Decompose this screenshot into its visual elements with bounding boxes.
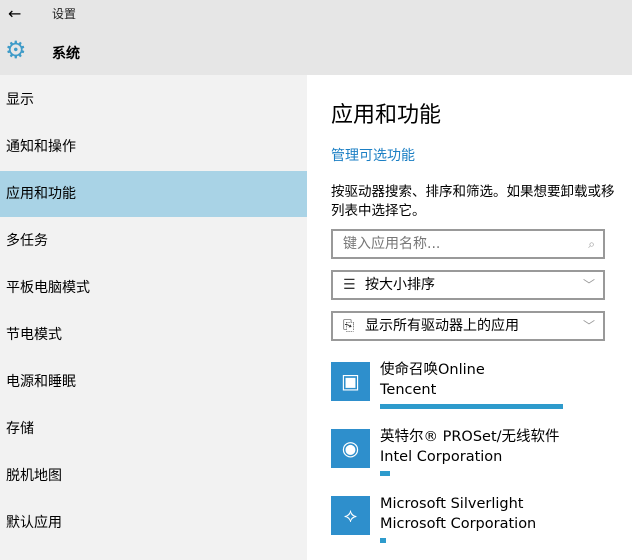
sidebar-item[interactable]: 电源和睡眠 — [0, 359, 307, 405]
sidebar-item[interactable]: 脱机地图 — [0, 453, 307, 499]
app-list-item[interactable]: ◉ 英特尔® PROSet/无线软件 Intel Corporation — [331, 429, 611, 489]
chevron-down-icon: ﹀ — [582, 278, 595, 292]
chevron-down-icon: ﹀ — [582, 319, 595, 333]
arrow-left-icon[interactable]: ← — [8, 4, 21, 23]
desc-line: 按驱动器搜索、排序和筛选。如果想要卸载或移 — [331, 184, 615, 200]
section-title: 系统 — [52, 46, 80, 62]
sidebar: 显示 通知和操作 应用和功能 多任务 平板电脑模式 节电模式 电源和睡眠 存储 脱机地图 默认应用 — [0, 75, 307, 560]
app-name: 英特尔® PROSet/无线软件 — [380, 429, 560, 445]
game-icon: ▣ — [331, 362, 370, 401]
drive-filter-dropdown[interactable]: ⎘ 显示所有驱动器上的应用 ﹀ — [331, 311, 605, 341]
description: 按驱动器搜索、排序和筛选。如果想要卸载或移 列表中选择它。 — [331, 183, 632, 221]
sidebar-item[interactable]: 节电模式 — [0, 312, 307, 358]
wifi-icon: ◉ — [331, 429, 370, 468]
app-name: Microsoft Silverlight — [380, 496, 524, 512]
drive-icon: ⎘ — [343, 318, 355, 334]
app-title: 设置 — [52, 7, 77, 21]
sidebar-item[interactable]: 通知和操作 — [0, 124, 307, 170]
app-list-item[interactable]: ▣ 使命召唤Online Tencent — [331, 362, 611, 422]
app-size-bar — [380, 538, 387, 543]
header: ← 设置 ⚙ 系统 — [0, 0, 632, 75]
sort-dropdown[interactable]: ☰ 按大小排序 ﹀ — [331, 270, 605, 300]
gear-icon: ⚙ — [5, 36, 27, 64]
desc-line: 列表中选择它。 — [331, 203, 426, 219]
sidebar-item[interactable]: 多任务 — [0, 218, 307, 264]
app-list-item[interactable]: ⟡ Microsoft Silverlight Microsoft Corpor… — [331, 496, 611, 556]
sidebar-item[interactable]: 应用和功能 — [0, 171, 307, 217]
sort-list-icon: ☰ — [343, 277, 356, 293]
app-name: 使命召唤Online — [380, 362, 485, 378]
app-publisher: Intel Corporation — [380, 449, 503, 465]
main-content: 应用和功能 管理可选功能 按驱动器搜索、排序和筛选。如果想要卸载或移 列表中选择它… — [307, 75, 632, 560]
search-icon: ⌕ — [588, 237, 595, 251]
search-input[interactable]: 键入应用名称... ⌕ — [331, 229, 605, 259]
sidebar-item[interactable]: 存储 — [0, 406, 307, 452]
page-title: 应用和功能 — [331, 103, 442, 128]
app-publisher: Tencent — [380, 382, 437, 398]
manage-optional-features-link[interactable]: 管理可选功能 — [331, 145, 415, 165]
sidebar-item[interactable]: 平板电脑模式 — [0, 265, 307, 311]
filter-value: 显示所有驱动器上的应用 — [365, 318, 519, 334]
sort-value: 按大小排序 — [365, 277, 435, 293]
sidebar-item[interactable]: 默认应用 — [0, 500, 307, 546]
app-size-bar — [380, 471, 391, 476]
sidebar-item[interactable]: 显示 — [0, 77, 307, 123]
app-size-bar — [380, 404, 563, 409]
app-publisher: Microsoft Corporation — [380, 516, 537, 532]
search-placeholder: 键入应用名称... — [343, 236, 441, 252]
silverlight-icon: ⟡ — [331, 496, 370, 535]
